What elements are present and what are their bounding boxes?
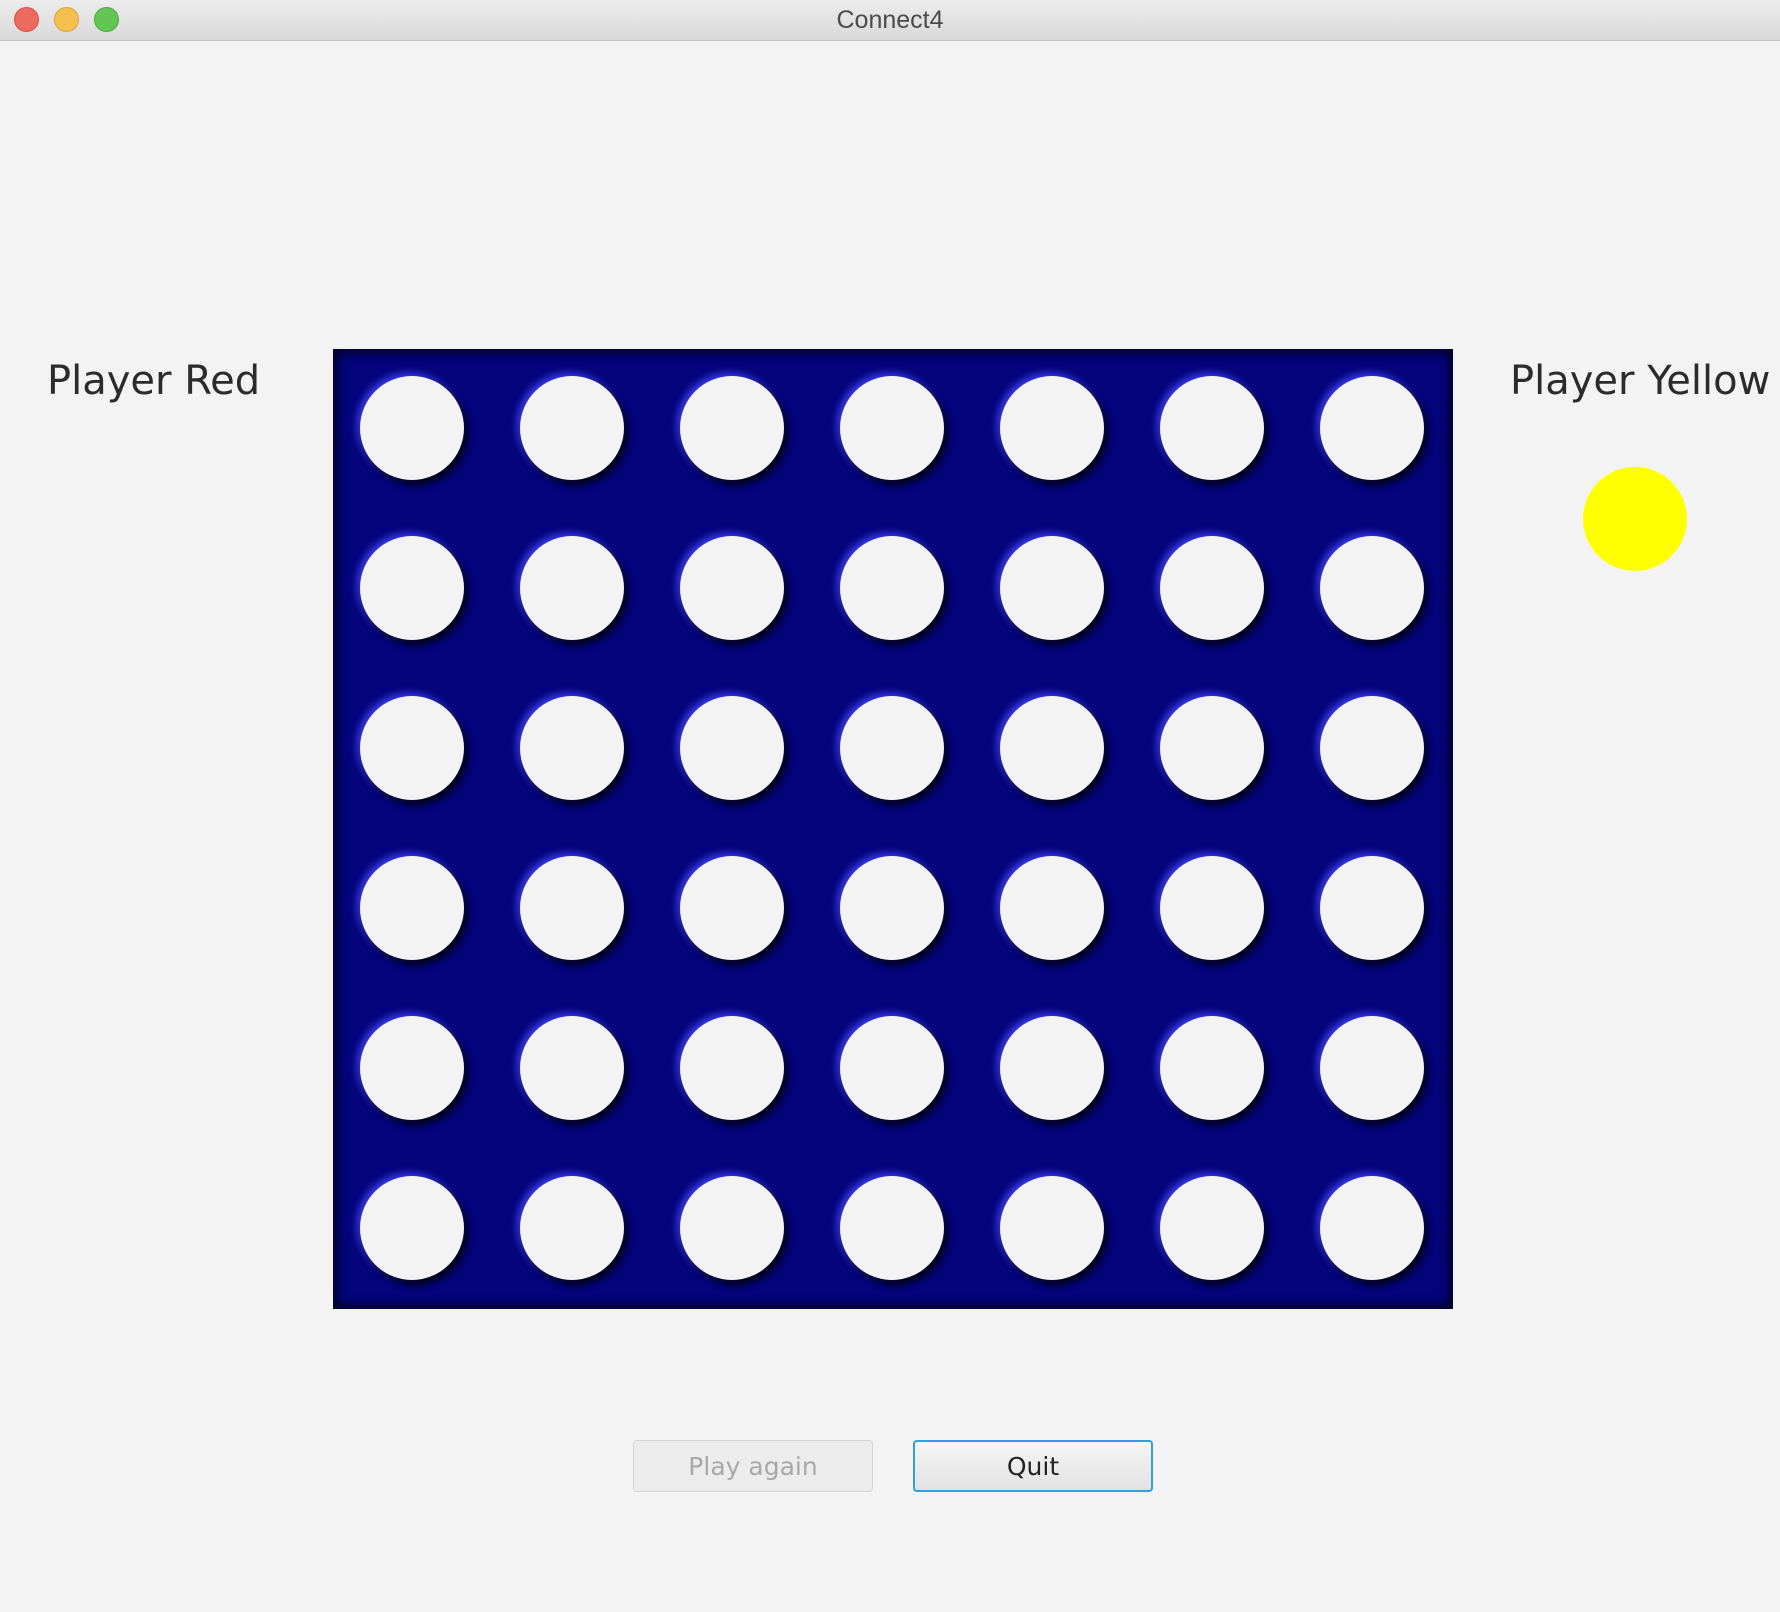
board-slot-r4-c2[interactable] (520, 856, 624, 960)
game-window: Connect4 Player Red Player Yellow Play a… (0, 0, 1780, 1612)
board-slot-r6-c4[interactable] (840, 1176, 944, 1280)
board-slot-r6-c7[interactable] (1320, 1176, 1424, 1280)
board-slot-r1-c3[interactable] (680, 376, 784, 480)
player-yellow-label: Player Yellow (1510, 358, 1771, 404)
board-slot-r3-c3[interactable] (680, 696, 784, 800)
board-slot-r5-c4[interactable] (840, 1016, 944, 1120)
board-slot-r3-c7[interactable] (1320, 696, 1424, 800)
game-board[interactable] (333, 349, 1453, 1309)
board-slot-r4-c7[interactable] (1320, 856, 1424, 960)
board-slot-r5-c6[interactable] (1160, 1016, 1264, 1120)
board-slot-r6-c3[interactable] (680, 1176, 784, 1280)
board-slot-r6-c2[interactable] (520, 1176, 624, 1280)
board-slot-r6-c6[interactable] (1160, 1176, 1264, 1280)
board-slot-r2-c7[interactable] (1320, 536, 1424, 640)
board-slot-r3-c4[interactable] (840, 696, 944, 800)
board-slot-r6-c5[interactable] (1000, 1176, 1104, 1280)
board-slot-r5-c5[interactable] (1000, 1016, 1104, 1120)
board-slot-r2-c3[interactable] (680, 536, 784, 640)
board-slot-r2-c4[interactable] (840, 536, 944, 640)
board-slot-r1-c6[interactable] (1160, 376, 1264, 480)
board-slot-r3-c1[interactable] (360, 696, 464, 800)
window-title: Connect4 (836, 6, 944, 34)
board-slot-r1-c7[interactable] (1320, 376, 1424, 480)
board-slot-r4-c1[interactable] (360, 856, 464, 960)
board-slot-r1-c4[interactable] (840, 376, 944, 480)
board-slot-r2-c5[interactable] (1000, 536, 1104, 640)
board-slot-r6-c1[interactable] (360, 1176, 464, 1280)
board-slot-r2-c1[interactable] (360, 536, 464, 640)
board-slot-r4-c3[interactable] (680, 856, 784, 960)
quit-button[interactable]: Quit (913, 1440, 1153, 1492)
board-slot-r1-c1[interactable] (360, 376, 464, 480)
board-slot-r1-c2[interactable] (520, 376, 624, 480)
board-slot-r5-c2[interactable] (520, 1016, 624, 1120)
current-player-disc-indicator (1583, 467, 1687, 571)
board-slot-r4-c6[interactable] (1160, 856, 1264, 960)
board-slot-r4-c5[interactable] (1000, 856, 1104, 960)
board-slot-r5-c3[interactable] (680, 1016, 784, 1120)
player-red-label: Player Red (47, 358, 261, 404)
board-slot-r3-c5[interactable] (1000, 696, 1104, 800)
title-bar: Connect4 (0, 0, 1780, 41)
board-slot-r5-c7[interactable] (1320, 1016, 1424, 1120)
board-slot-r5-c1[interactable] (360, 1016, 464, 1120)
board-slot-r2-c2[interactable] (520, 536, 624, 640)
board-slot-r2-c6[interactable] (1160, 536, 1264, 640)
play-again-button[interactable]: Play again (633, 1440, 873, 1492)
board-slot-r1-c5[interactable] (1000, 376, 1104, 480)
board-slot-r3-c2[interactable] (520, 696, 624, 800)
board-slot-r4-c4[interactable] (840, 856, 944, 960)
board-slot-r3-c6[interactable] (1160, 696, 1264, 800)
